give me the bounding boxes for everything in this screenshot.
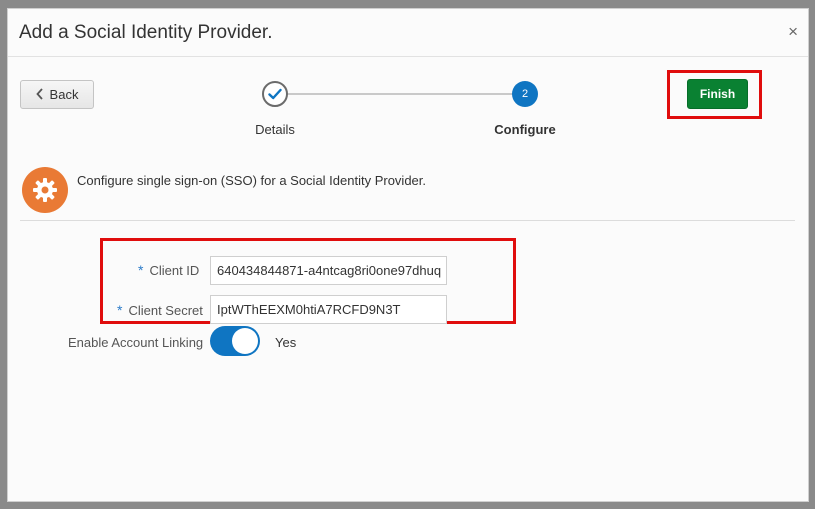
account-linking-value: Yes [275,335,297,350]
client-id-label: * Client ID [138,262,199,278]
client-secret-label-text: Client Secret [128,303,203,318]
info-message: Configure single sign-on (SSO) for a Soc… [77,173,427,188]
step-configure-indicator[interactable]: 2 [512,81,538,107]
account-linking-toggle[interactable] [210,326,260,356]
back-button-label: Back [49,87,79,102]
check-icon [268,88,282,100]
stepper-connector [287,93,513,95]
dialog-title: Add a Social Identity Provider. [19,22,273,43]
finish-button[interactable]: Finish [687,79,748,109]
gear-icon [22,167,68,213]
client-id-input[interactable]: 640434844871-a4ntcag8ri0one97dhuq [210,256,447,285]
toggle-knob [232,328,258,354]
account-linking-label: Enable Account Linking [68,335,204,350]
client-id-label-text: Client ID [149,263,200,278]
client-secret-input[interactable]: IptWThEEXM0htiA7RCFD9N3T [210,295,447,324]
required-marker: * [117,302,123,318]
dialog-header: Add a Social Identity Provider. × [8,9,808,57]
step-details-label: Details [255,122,295,137]
client-secret-label: * Client Secret [117,302,203,318]
step-configure-label: Configure [494,122,556,137]
close-icon[interactable]: × [788,23,798,40]
step-details-indicator[interactable] [262,81,288,107]
chevron-left-icon [35,87,44,103]
section-divider [20,220,795,221]
required-marker: * [138,262,144,278]
back-button[interactable]: Back [20,80,94,109]
